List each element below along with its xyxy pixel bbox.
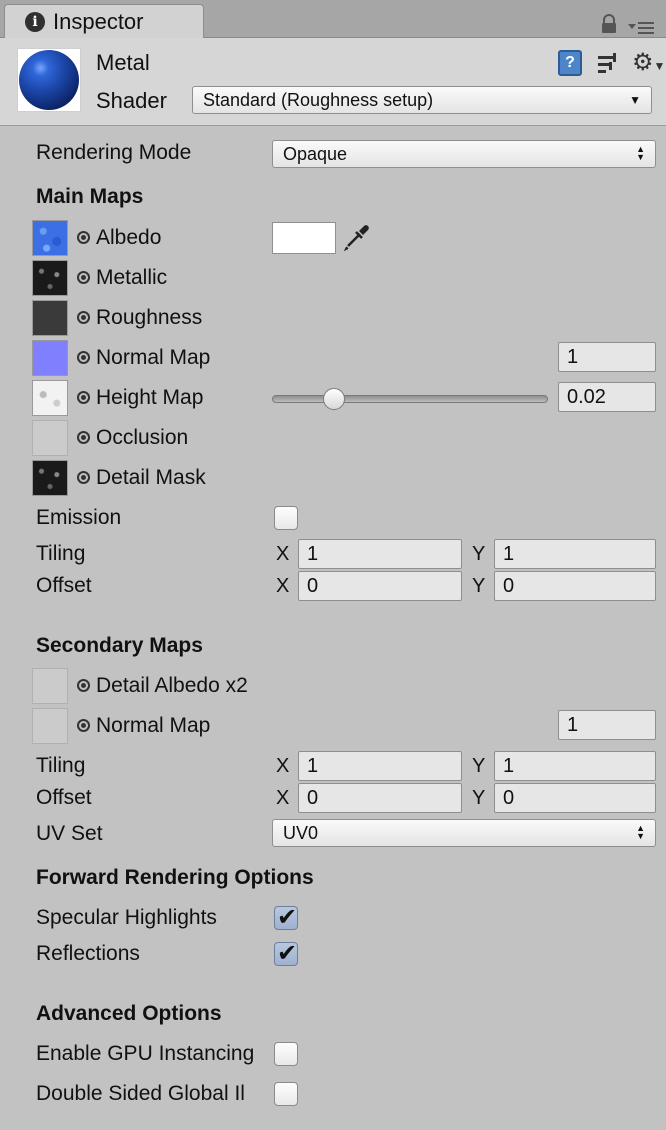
preview-sphere xyxy=(19,50,79,110)
advanced-options-title: Advanced Options xyxy=(36,1002,222,1025)
height-map-slider-thumb[interactable] xyxy=(322,388,345,410)
secondary-tiling-x-input[interactable]: 1 xyxy=(298,751,462,781)
object-picker-icon[interactable] xyxy=(77,719,90,732)
detail-normal-map-label: Normal Map xyxy=(96,714,211,737)
uv-set-value: UV0 xyxy=(283,823,319,843)
secondary-offset-y-input[interactable]: 0 xyxy=(494,783,656,813)
axis-x-label: X xyxy=(276,543,290,565)
gpu-instancing-label: Enable GPU Instancing xyxy=(36,1042,255,1065)
double-sided-gi-label: Double Sided Global Il xyxy=(36,1082,245,1105)
detail-mask-texture-slot[interactable] xyxy=(32,460,68,496)
rendering-mode-dropdown[interactable]: Opaque ▲ ▼ xyxy=(272,140,656,168)
detail-normal-scale-input[interactable]: 1 xyxy=(558,710,656,740)
albedo-label: Albedo xyxy=(96,226,162,249)
lock-icon[interactable] xyxy=(600,14,618,34)
material-header: Metal Shader Standard (Roughness setup) … xyxy=(0,38,666,126)
object-picker-icon[interactable] xyxy=(77,391,90,404)
inspector-tab[interactable]: i Inspector xyxy=(4,4,204,39)
secondary-offset-label: Offset xyxy=(36,786,92,809)
checkmark-icon: ✔ xyxy=(277,940,298,967)
secondary-offset-x-input[interactable]: 0 xyxy=(298,783,462,813)
reflections-checkbox[interactable]: ✔ xyxy=(274,940,298,967)
detail-albedo-texture-slot[interactable] xyxy=(32,668,68,704)
forward-rendering-title: Forward Rendering Options xyxy=(36,866,314,889)
rendering-mode-label: Rendering Mode xyxy=(36,141,192,164)
main-tiling-x-input[interactable]: 1 xyxy=(298,539,462,569)
main-maps-title: Main Maps xyxy=(36,185,144,208)
height-map-texture-slot[interactable] xyxy=(32,380,68,416)
emission-checkbox[interactable] xyxy=(274,506,298,530)
secondary-tiling-y-input[interactable]: 1 xyxy=(494,751,656,781)
object-picker-icon[interactable] xyxy=(77,351,90,364)
info-icon: i xyxy=(25,12,45,32)
reflections-label: Reflections xyxy=(36,942,140,965)
preset-icon[interactable] xyxy=(596,52,620,76)
axis-y-label: Y xyxy=(472,543,486,565)
material-preview xyxy=(17,48,81,112)
detail-albedo-label: Detail Albedo x2 xyxy=(96,674,248,697)
object-picker-icon[interactable] xyxy=(77,431,90,444)
detail-normal-texture-slot[interactable] xyxy=(32,708,68,744)
object-picker-icon[interactable] xyxy=(77,679,90,692)
specular-highlights-label: Specular Highlights xyxy=(36,906,217,929)
detail-mask-label: Detail Mask xyxy=(96,466,206,489)
shader-dropdown[interactable]: Standard (Roughness setup) ▼ xyxy=(192,86,652,114)
gear-icon[interactable]: ⚙▼ xyxy=(632,48,665,77)
object-picker-icon[interactable] xyxy=(77,311,90,324)
secondary-tiling-label: Tiling xyxy=(36,754,86,777)
main-tiling-label: Tiling xyxy=(36,542,86,565)
checkmark-icon: ✔ xyxy=(277,904,298,931)
gpu-instancing-checkbox[interactable] xyxy=(274,1042,298,1066)
uv-set-dropdown[interactable]: UV0 ▲ ▼ xyxy=(272,819,656,847)
roughness-label: Roughness xyxy=(96,306,203,329)
uv-set-label: UV Set xyxy=(36,822,103,845)
object-picker-icon[interactable] xyxy=(77,231,90,244)
main-offset-y-input[interactable]: 0 xyxy=(494,571,656,601)
object-picker-icon[interactable] xyxy=(77,471,90,484)
inspector-tabbar: i Inspector xyxy=(0,0,666,39)
main-offset-label: Offset xyxy=(36,574,92,597)
main-offset-x-input[interactable]: 0 xyxy=(298,571,462,601)
specular-highlights-checkbox[interactable]: ✔ xyxy=(274,904,298,931)
occlusion-label: Occlusion xyxy=(96,426,189,449)
chevron-down-icon: ▼ xyxy=(629,93,641,107)
albedo-texture-slot[interactable] xyxy=(32,220,68,256)
tab-title: Inspector xyxy=(53,9,144,34)
axis-x-label: X xyxy=(276,787,290,809)
material-name: Metal xyxy=(96,50,150,75)
shader-value: Standard (Roughness setup) xyxy=(203,90,434,110)
main-tiling-y-input[interactable]: 1 xyxy=(494,539,656,569)
height-map-slider-track[interactable] xyxy=(272,395,548,403)
height-map-value-input[interactable]: 0.02 xyxy=(558,382,656,412)
rendering-mode-value: Opaque xyxy=(283,144,348,164)
object-picker-icon[interactable] xyxy=(77,271,90,284)
updown-icon: ▲ ▼ xyxy=(636,144,645,162)
roughness-texture-slot[interactable] xyxy=(32,300,68,336)
axis-x-label: X xyxy=(276,755,290,777)
eyedropper-icon[interactable] xyxy=(342,222,372,252)
axis-y-label: Y xyxy=(472,755,486,777)
albedo-color-field[interactable] xyxy=(272,222,336,254)
normal-map-label: Normal Map xyxy=(96,346,211,369)
help-icon[interactable]: ? xyxy=(558,50,582,76)
metallic-texture-slot[interactable] xyxy=(32,260,68,296)
menu-icon[interactable] xyxy=(628,20,656,36)
shader-label: Shader xyxy=(96,88,167,113)
updown-icon: ▲ ▼ xyxy=(636,823,645,841)
double-sided-gi-checkbox[interactable] xyxy=(274,1082,298,1106)
metallic-label: Metallic xyxy=(96,266,168,289)
axis-y-label: Y xyxy=(472,575,486,597)
secondary-maps-title: Secondary Maps xyxy=(36,634,203,657)
height-map-label: Height Map xyxy=(96,386,204,409)
normal-map-scale-input[interactable]: 1 xyxy=(558,342,656,372)
axis-y-label: Y xyxy=(472,787,486,809)
axis-x-label: X xyxy=(276,575,290,597)
occlusion-texture-slot[interactable] xyxy=(32,420,68,456)
emission-label: Emission xyxy=(36,506,122,529)
normal-map-texture-slot[interactable] xyxy=(32,340,68,376)
